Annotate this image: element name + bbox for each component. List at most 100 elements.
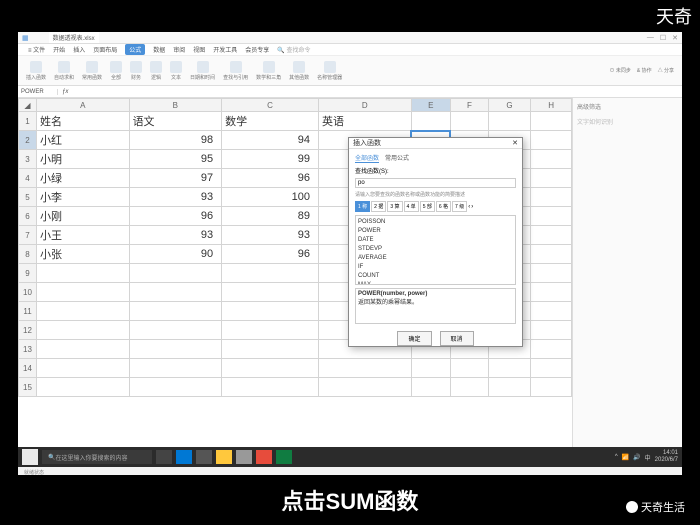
cell[interactable] (319, 378, 412, 397)
cell[interactable] (222, 302, 319, 321)
function-item[interactable]: POWER (358, 227, 513, 236)
ok-button[interactable]: 确定 (397, 331, 431, 346)
cell[interactable]: 90 (129, 245, 222, 264)
minimize-icon[interactable]: — (647, 34, 654, 42)
tray-chevron-icon[interactable]: ^ (615, 454, 618, 460)
cell[interactable]: 小明 (37, 150, 130, 169)
maximize-icon[interactable]: ☐ (660, 34, 666, 42)
cell[interactable]: 小红 (37, 131, 130, 150)
system-tray[interactable]: ^ 📶 🔊 中 14:01 2020/6/7 (615, 450, 678, 464)
function-item[interactable]: IF (358, 263, 513, 272)
btn-name-manager[interactable]: 名称管理器 (317, 61, 342, 81)
col-header-C[interactable]: C (222, 99, 319, 112)
cell[interactable]: 语文 (129, 112, 222, 131)
cell[interactable] (531, 245, 572, 264)
btn-more[interactable]: 其他函数 (289, 61, 309, 81)
row-header[interactable]: 7 (19, 226, 37, 245)
document-tab[interactable]: 数据透视表.xlsx (49, 32, 99, 43)
ime-candidate[interactable]: 1 称 (355, 201, 370, 212)
ime-next-icon[interactable]: › (471, 204, 473, 210)
cell[interactable]: 94 (222, 131, 319, 150)
tab-data[interactable]: 数据 (153, 45, 165, 54)
cell[interactable] (411, 112, 450, 131)
cell[interactable]: 98 (129, 131, 222, 150)
cell[interactable] (222, 264, 319, 283)
cell[interactable] (129, 321, 222, 340)
cell[interactable] (222, 378, 319, 397)
cell[interactable] (129, 283, 222, 302)
btn-all[interactable]: 全部 (110, 61, 122, 81)
tray-network-icon[interactable]: 📶 (622, 454, 629, 461)
row-header[interactable]: 13 (19, 340, 37, 359)
btn-lookup[interactable]: 查找与引用 (223, 61, 248, 81)
function-list[interactable]: POISSON POWER DATE STDEVP AVERAGE IF COU… (355, 215, 516, 285)
cell[interactable] (129, 378, 222, 397)
function-item[interactable]: POISSON (358, 218, 513, 227)
row-header[interactable]: 6 (19, 207, 37, 226)
row-header[interactable]: 10 (19, 283, 37, 302)
cell[interactable]: 89 (222, 207, 319, 226)
cell[interactable]: 姓名 (37, 112, 130, 131)
cell[interactable] (411, 359, 450, 378)
cell[interactable] (222, 283, 319, 302)
taskbar-app-icon[interactable] (256, 450, 272, 464)
ime-candidate[interactable]: 5 部 (420, 201, 435, 212)
cell[interactable] (129, 359, 222, 378)
cell[interactable] (531, 226, 572, 245)
row-header[interactable]: 5 (19, 188, 37, 207)
cell[interactable] (37, 302, 130, 321)
cell[interactable] (37, 359, 130, 378)
cell[interactable]: 95 (129, 150, 222, 169)
function-search-input[interactable] (355, 178, 516, 188)
cell[interactable] (488, 112, 530, 131)
ime-candidate[interactable]: 3 算 (387, 201, 402, 212)
btn-logical[interactable]: 逻辑 (150, 61, 162, 81)
dialog-close-icon[interactable]: ✕ (512, 139, 518, 147)
tab-insert[interactable]: 插入 (73, 45, 85, 54)
col-header-E[interactable]: E (411, 99, 450, 112)
taskbar-search[interactable]: 🔍 在这里输入你要搜索的内容 (42, 450, 152, 464)
cell[interactable] (319, 359, 412, 378)
tray-ime-icon[interactable]: 中 (645, 453, 651, 462)
share-button[interactable]: △ 分享 (658, 67, 674, 74)
row-header[interactable]: 11 (19, 302, 37, 321)
cell[interactable]: 93 (222, 226, 319, 245)
taskbar-app-icon[interactable] (176, 450, 192, 464)
sync-status[interactable]: ⊙ 未同步 (609, 67, 630, 74)
cell[interactable] (531, 283, 572, 302)
dialog-tab-common[interactable]: 常用公式 (385, 153, 409, 163)
row-header[interactable]: 8 (19, 245, 37, 264)
function-item[interactable]: STDEVP (358, 245, 513, 254)
ime-prev-icon[interactable]: ‹ (468, 204, 470, 210)
taskbar-app-icon[interactable] (236, 450, 252, 464)
ime-candidate[interactable]: 7 级 (452, 201, 467, 212)
cell[interactable] (222, 359, 319, 378)
menu-file[interactable]: ≡ 文件 (28, 45, 45, 54)
row-header[interactable]: 3 (19, 150, 37, 169)
cell[interactable] (531, 188, 572, 207)
cell[interactable]: 93 (129, 188, 222, 207)
col-header-D[interactable]: D (319, 99, 412, 112)
cell[interactable]: 小刚 (37, 207, 130, 226)
cell[interactable] (37, 340, 130, 359)
function-item[interactable]: AVERAGE (358, 254, 513, 263)
cancel-button[interactable]: 取消 (440, 331, 474, 346)
cell[interactable] (531, 207, 572, 226)
cell[interactable] (37, 264, 130, 283)
function-item[interactable]: MAX (358, 281, 513, 285)
cell[interactable] (531, 378, 572, 397)
cell[interactable]: 英语 (319, 112, 412, 131)
ime-candidate-bar[interactable]: 1 称 2 据 3 算 4 单 5 部 6 格 7 级 ‹ › (355, 201, 516, 212)
btn-math[interactable]: 数学和三角 (256, 61, 281, 81)
col-header-H[interactable]: H (531, 99, 572, 112)
cell[interactable] (450, 112, 488, 131)
cell[interactable]: 小绿 (37, 169, 130, 188)
task-view-icon[interactable] (156, 450, 172, 464)
close-icon[interactable]: ✕ (672, 34, 678, 42)
ime-candidate[interactable]: 6 格 (436, 201, 451, 212)
col-header-G[interactable]: G (488, 99, 530, 112)
dialog-titlebar[interactable]: 插入函数 ✕ (349, 138, 522, 149)
cell[interactable]: 96 (222, 169, 319, 188)
collab-button[interactable]: & 协作 (637, 67, 652, 74)
btn-insert-function[interactable]: 插入函数 (26, 61, 46, 81)
